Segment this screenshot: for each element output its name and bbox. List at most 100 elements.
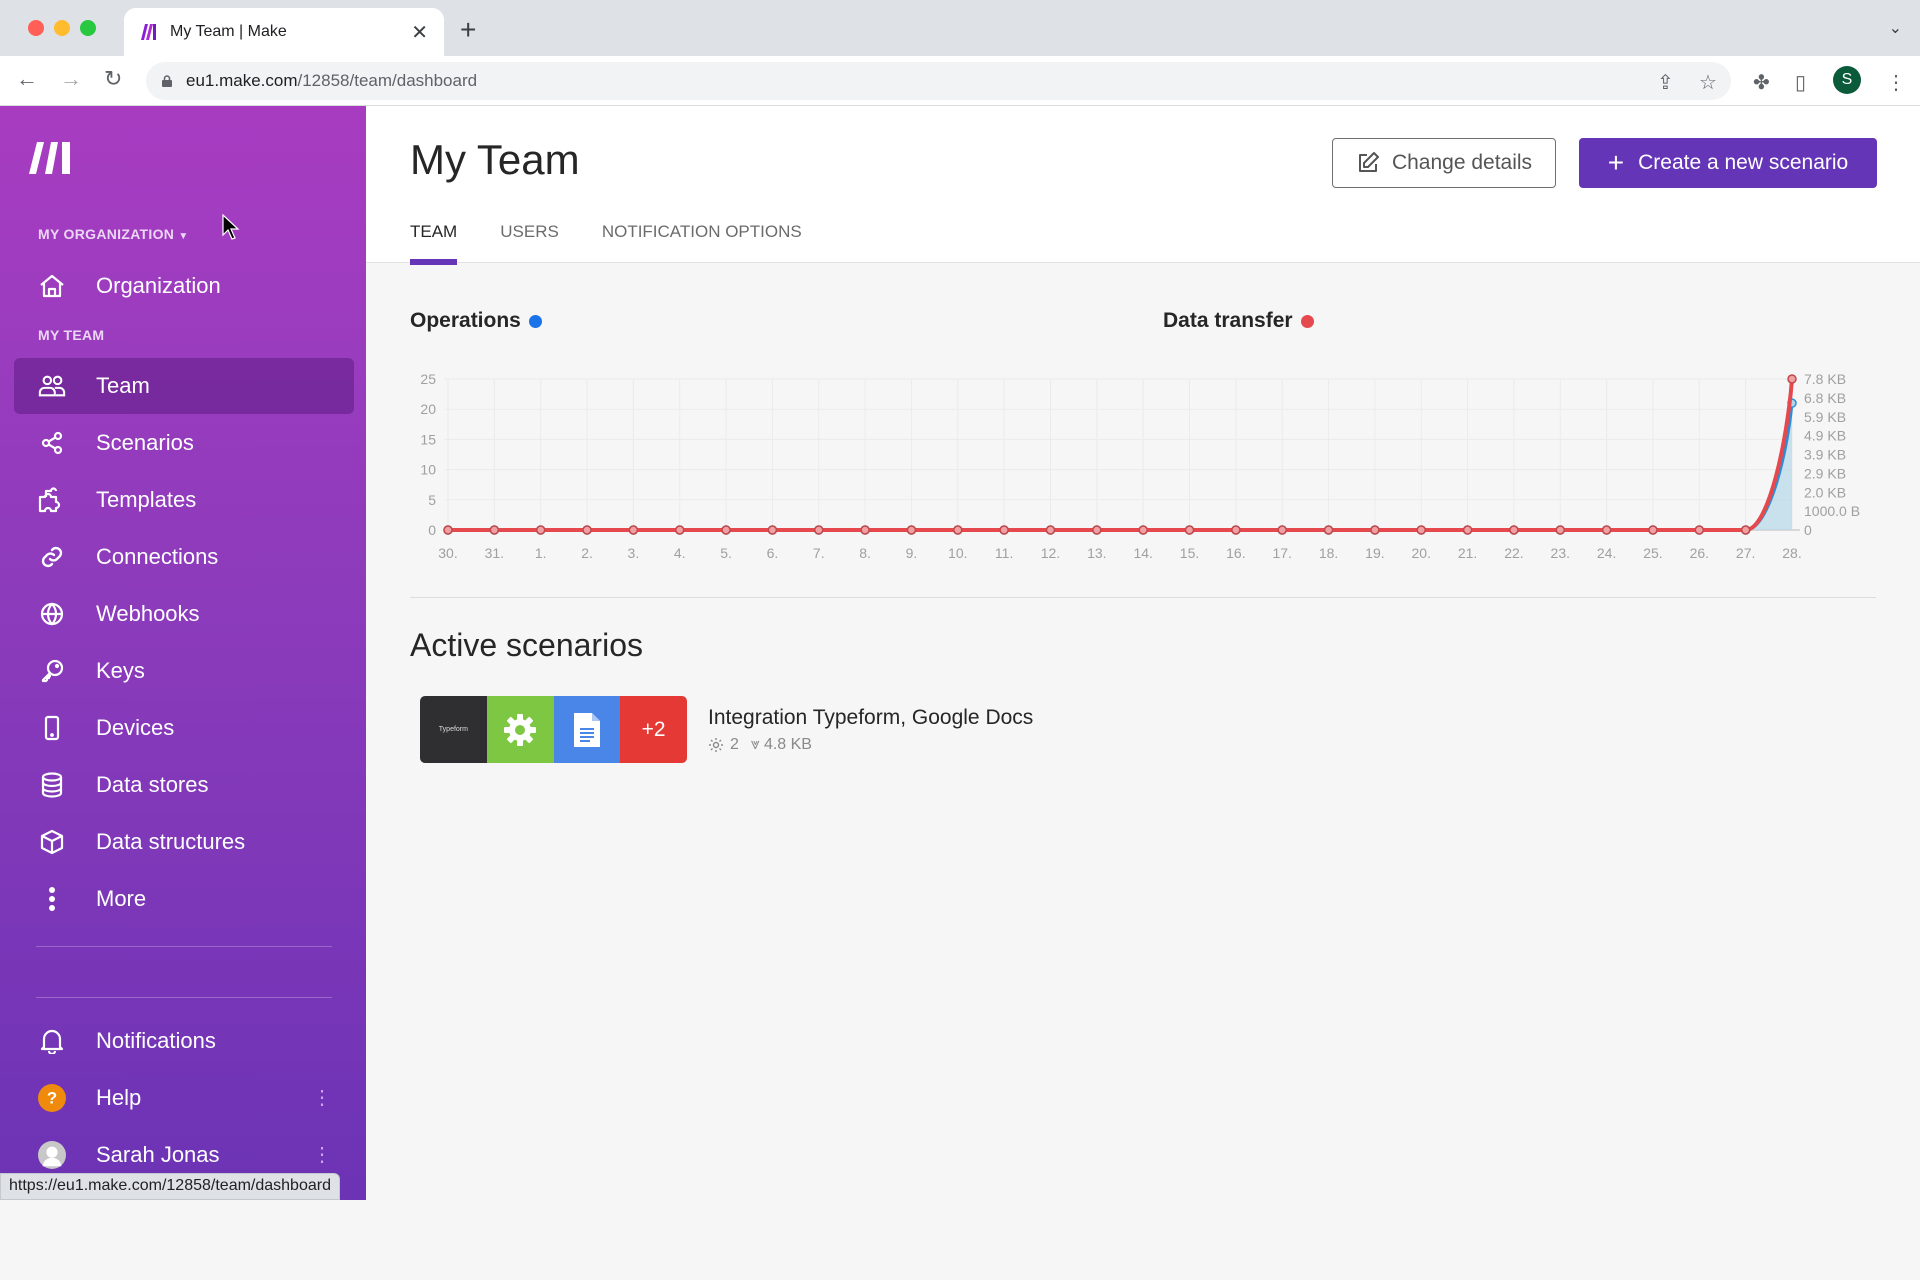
operations-line — [448, 403, 1794, 532]
sidebar-item-notifications[interactable]: Notifications — [14, 1013, 354, 1069]
window-minimize-button[interactable] — [54, 20, 70, 36]
users-icon — [38, 372, 66, 400]
data-transfer-point — [1555, 525, 1566, 535]
data-transfer-point — [1694, 525, 1705, 535]
url-text: eu1.make.com/12858/team/dashboard — [186, 71, 478, 90]
x-tick-label: 21. — [1458, 545, 1477, 561]
sidebar-item-devices[interactable]: Devices — [14, 700, 354, 756]
browser-tab[interactable]: My Team | Make ✕ — [124, 8, 444, 56]
usage-chart: 051015202501000.0 B2.0 KB2.9 KB3.9 KB4.9… — [420, 371, 1860, 561]
x-tick-label: 22. — [1504, 545, 1523, 561]
x-tick-label: 7. — [813, 545, 825, 561]
sidebar-item-connections[interactable]: Connections — [14, 529, 354, 585]
window-close-button[interactable] — [28, 20, 44, 36]
data-transfer-point — [814, 525, 824, 535]
y-tick-label-right: 7.8 KB — [1804, 371, 1846, 387]
sidebar-item-data-stores[interactable]: Data stores — [14, 757, 354, 813]
sidebar-item-scenarios[interactable]: Scenarios — [14, 415, 354, 471]
x-tick-label: 24. — [1597, 545, 1616, 561]
active-scenarios-title: Active scenarios — [410, 627, 643, 663]
data-transfer-point — [1787, 374, 1797, 384]
data-transfer-point — [1045, 525, 1056, 535]
data-transfer-point — [1277, 525, 1287, 535]
data-transfer-point — [535, 525, 546, 535]
help-menu-kebab-icon[interactable]: ⋮ — [312, 1088, 332, 1108]
database-icon — [38, 771, 66, 799]
bookmark-star-icon[interactable]: ☆ — [1699, 70, 1717, 95]
data-transfer-point — [953, 525, 963, 535]
key-icon — [38, 657, 66, 685]
data-transfer-point — [1416, 525, 1426, 535]
x-tick-label: 9. — [906, 545, 918, 561]
side-panel-icon[interactable]: ▯ — [1795, 70, 1806, 95]
y-tick-label-right: 2.0 KB — [1804, 484, 1846, 500]
share-icon[interactable]: ⇪ — [1657, 70, 1674, 95]
x-tick-label: 28. — [1782, 545, 1801, 561]
y-tick-label-right: 5.9 KB — [1804, 409, 1846, 425]
data-transfer-point — [1231, 525, 1241, 535]
link-status-bar: https://eu1.make.com/12858/team/dashboar… — [0, 1173, 340, 1200]
tools-gear-icon — [486, 696, 554, 763]
data-transfer-point — [1092, 525, 1102, 535]
change-details-button[interactable]: Change details — [1332, 138, 1556, 188]
data-transfer-point — [582, 525, 592, 535]
scenario-item[interactable]: Typeform +2 Integration Typeform, Google… — [420, 696, 1033, 763]
reload-icon[interactable]: ↻ — [104, 66, 122, 92]
browser-menu-icon[interactable]: ⋮ — [1886, 70, 1906, 95]
tab-users[interactable]: USERS — [500, 222, 559, 263]
x-tick-label: 23. — [1551, 545, 1570, 561]
data-transfer-point — [1740, 525, 1751, 535]
make-favicon-icon — [141, 24, 156, 40]
sidebar-item-webhooks[interactable]: Webhooks — [14, 586, 354, 642]
user-menu-kebab-icon[interactable]: ⋮ — [312, 1145, 332, 1165]
more-apps-badge: +2 — [620, 696, 687, 763]
page-title: My Team — [410, 136, 580, 183]
sidebar: MY ORGANIZATION ▼ Organization MY TEAM T… — [0, 106, 366, 1200]
mobile-icon — [38, 714, 66, 742]
x-tick-label: 26. — [1690, 545, 1709, 561]
sidebar-item-help[interactable]: ? Help ⋮ — [14, 1070, 354, 1126]
x-tick-label: 4. — [674, 545, 686, 561]
organization-switcher[interactable]: MY ORGANIZATION ▼ — [38, 226, 189, 242]
tab-search-chevron-icon[interactable]: ⌄ — [1889, 18, 1902, 38]
window-maximize-button[interactable] — [80, 20, 96, 36]
browser-tab-bar: My Team | Make ✕ + ⌄ — [0, 0, 1920, 56]
tab-notification-options[interactable]: NOTIFICATION OPTIONS — [602, 222, 802, 263]
x-tick-label: 10. — [948, 545, 967, 561]
sidebar-item-organization[interactable]: Organization — [14, 258, 354, 314]
caret-down-icon: ▼ — [178, 231, 189, 242]
sidebar-item-keys[interactable]: Keys — [14, 643, 354, 699]
scenario-app-icons: Typeform +2 — [420, 696, 687, 763]
tab-team[interactable]: TEAM — [410, 222, 458, 265]
sidebar-item-data-structures[interactable]: Data structures — [14, 814, 354, 870]
new-tab-button[interactable]: + — [460, 14, 476, 46]
sidebar-item-team[interactable]: Team — [14, 358, 354, 414]
sidebar-item-templates[interactable]: Templates — [14, 472, 354, 528]
make-logo[interactable] — [28, 140, 78, 176]
x-tick-label: 5. — [720, 545, 732, 561]
scenario-name[interactable]: Integration Typeform, Google Docs — [708, 706, 1033, 730]
profile-avatar[interactable]: S — [1833, 66, 1861, 94]
x-tick-label: 20. — [1412, 545, 1431, 561]
forward-icon[interactable]: → — [60, 66, 82, 92]
x-tick-label: 11. — [995, 545, 1013, 561]
x-tick-label: 14. — [1133, 545, 1152, 561]
sidebar-item-more[interactable]: More — [14, 871, 354, 927]
data-transfer-point — [1509, 525, 1519, 535]
svg-text:?: ? — [47, 1089, 57, 1108]
x-tick-label: 27. — [1736, 545, 1755, 561]
data-transfer-point — [906, 525, 917, 535]
home-icon — [38, 272, 66, 300]
create-scenario-button[interactable]: + Create a new scenario — [1579, 138, 1877, 188]
extensions-puzzle-icon[interactable]: ✤ — [1753, 70, 1770, 95]
y-tick-label-right: 1000.0 B — [1804, 503, 1860, 519]
mouse-cursor-icon — [222, 214, 240, 240]
data-transfer-point — [1323, 525, 1334, 535]
back-icon[interactable]: ← — [16, 66, 38, 92]
typeform-app-icon: Typeform — [420, 696, 487, 763]
address-bar[interactable]: eu1.make.com/12858/team/dashboard — [146, 62, 1731, 100]
x-tick-label: 12. — [1041, 545, 1060, 561]
tab-close-icon[interactable]: ✕ — [411, 20, 428, 45]
plus-icon: + — [1607, 147, 1625, 178]
tab-list: TEAM USERS NOTIFICATION OPTIONS — [410, 222, 845, 265]
